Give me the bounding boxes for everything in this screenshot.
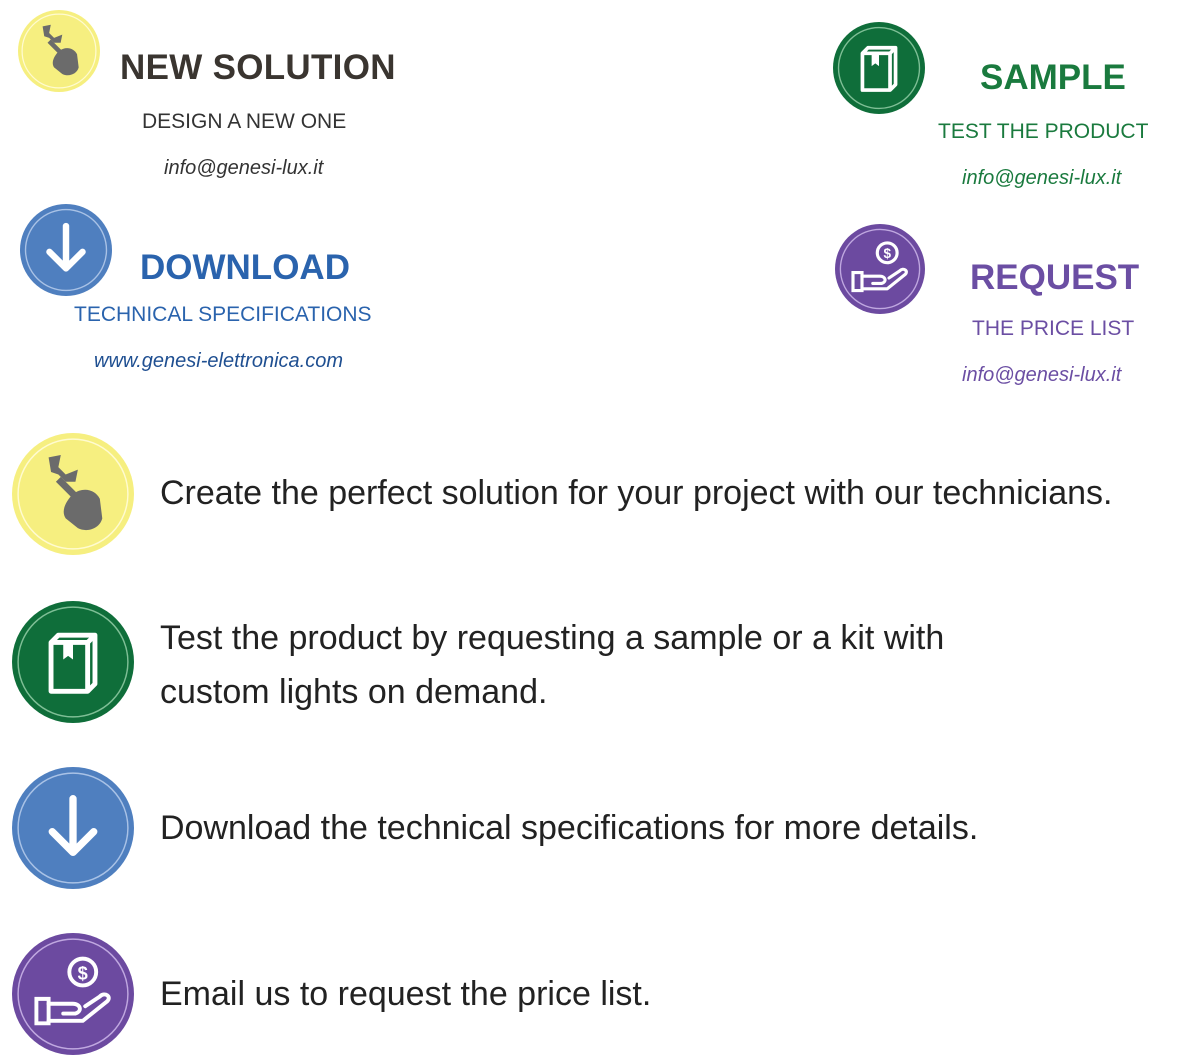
feature-download-text: Download the technical specifications fo…: [160, 809, 979, 847]
download-website-link[interactable]: www.genesi-elettronica.com: [94, 350, 343, 373]
download-subtitle: TECHNICAL SPECIFICATIONS: [74, 303, 372, 326]
sample-email-link[interactable]: info@genesi-lux.it: [962, 167, 1121, 190]
svg-text:$: $: [883, 246, 891, 261]
request-circle[interactable]: $: [835, 224, 925, 314]
svg-text:$: $: [78, 962, 88, 983]
new-solution-circle[interactable]: [18, 10, 100, 92]
feature-request-text: Email us to request the price list.: [160, 975, 652, 1013]
sample-circle[interactable]: [833, 22, 925, 114]
feature-sample-circle: [12, 601, 134, 723]
sample-title: SAMPLE: [980, 58, 1126, 97]
download-title: DOWNLOAD: [140, 248, 350, 287]
feature-download-circle: [12, 767, 134, 889]
new-solution-subtitle: DESIGN A NEW ONE: [142, 110, 347, 133]
feature-solution-circle: [12, 433, 134, 555]
feature-sample-text-line2: custom lights on demand.: [160, 673, 548, 711]
sample-subtitle: TEST THE PRODUCT: [938, 120, 1149, 143]
download-circle[interactable]: [20, 204, 112, 296]
request-title: REQUEST: [970, 258, 1140, 297]
new-solution-email-link[interactable]: info@genesi-lux.it: [164, 157, 323, 180]
feature-sample-text-line1: Test the product by requesting a sample …: [160, 619, 945, 657]
new-solution-title: NEW SOLUTION: [120, 48, 396, 87]
feature-request-circle: $: [12, 933, 134, 1055]
request-email-link[interactable]: info@genesi-lux.it: [962, 364, 1121, 387]
request-subtitle: THE PRICE LIST: [972, 317, 1135, 340]
feature-solution-text: Create the perfect solution for your pro…: [160, 474, 1113, 512]
